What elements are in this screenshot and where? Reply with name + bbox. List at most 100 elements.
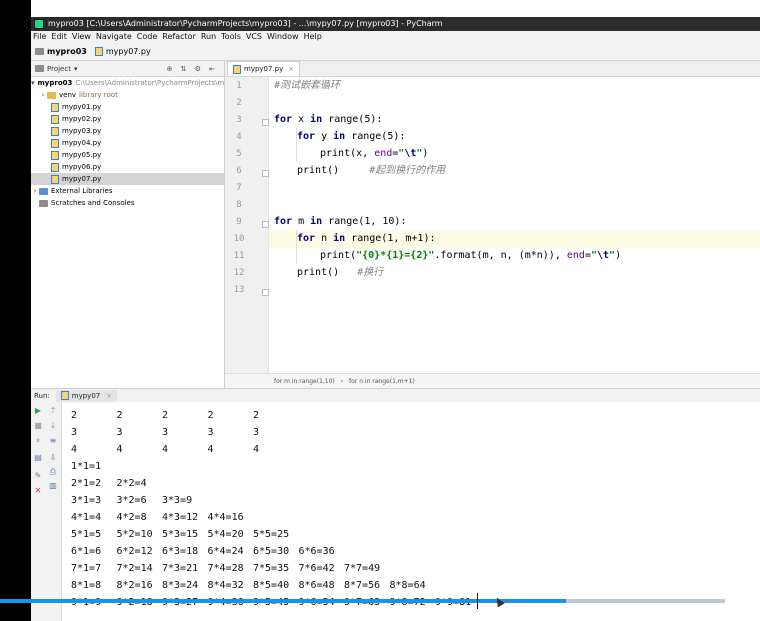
close-icon[interactable]: × xyxy=(106,392,112,400)
pause-icon[interactable]: ⏸ xyxy=(34,437,42,445)
console-output-cell: 8*8=64 xyxy=(389,580,426,591)
menu-item-vcs[interactable]: VCS xyxy=(246,31,262,43)
python-run-icon xyxy=(60,391,69,400)
console-output-cell: 8*3=24 xyxy=(162,580,199,591)
console-output-cell: 8*5=40 xyxy=(253,580,290,591)
menu-item-run[interactable]: Run xyxy=(201,31,216,43)
fold-icon[interactable] xyxy=(262,221,269,228)
chevron-down-icon[interactable]: ▾ xyxy=(31,77,35,89)
tree-file-item[interactable]: mypy01.py xyxy=(31,101,224,113)
pin-icon[interactable]: ✎ xyxy=(34,472,42,480)
close-icon[interactable]: × xyxy=(288,65,294,73)
project-panel-tools[interactable]: ⊕ ⇅ ⚙ ⇤ xyxy=(166,65,218,73)
console-output-cell: 3 xyxy=(71,427,78,438)
tree-scratches[interactable]: Scratches and Consoles xyxy=(31,197,224,209)
menu-item-help[interactable]: Help xyxy=(304,31,322,43)
project-dropdown[interactable]: Project xyxy=(47,65,71,73)
scroll-to-end-icon[interactable]: ⇩ xyxy=(49,454,57,462)
tree-file-label: mypy07.py xyxy=(62,175,102,183)
python-file-icon xyxy=(51,162,59,172)
navigation-bar: mypro03 mypy07.py xyxy=(31,43,760,61)
menu-item-window[interactable]: Window xyxy=(267,31,299,43)
tree-file-item[interactable]: mypy07.py xyxy=(31,173,224,185)
line-number: 4 xyxy=(236,132,242,142)
line-number: 1 xyxy=(236,81,242,91)
menu-item-navigate[interactable]: Navigate xyxy=(96,31,132,43)
window-title: mypro03 [C:\Users\Administrator\PycharmP… xyxy=(48,19,443,28)
console-output-cell: 4*3=12 xyxy=(162,512,199,523)
rerun-icon[interactable]: ▶ xyxy=(34,407,42,415)
code-line-6: print() #起到换行的作用 xyxy=(297,165,446,176)
menu-item-file[interactable]: File xyxy=(33,31,46,43)
nav-file[interactable]: mypy07.py xyxy=(94,47,151,56)
console-output-cell: 3*1=3 xyxy=(71,495,102,506)
code-line-5: print(x, end="\t") xyxy=(320,148,429,159)
menu-item-tools[interactable]: Tools xyxy=(221,31,241,43)
chevron-right-icon[interactable]: › xyxy=(39,89,47,101)
menu-item-edit[interactable]: Edit xyxy=(51,31,67,43)
fold-icon[interactable] xyxy=(262,119,269,126)
menu-item-view[interactable]: View xyxy=(72,31,91,43)
code-area[interactable]: #测试嵌套循环 for x in range(5): for y in rang… xyxy=(274,77,760,373)
tree-file-item[interactable]: mypy05.py xyxy=(31,149,224,161)
video-progress-fill xyxy=(0,599,566,603)
menu-item-refactor[interactable]: Refactor xyxy=(162,31,196,43)
chevron-down-icon[interactable]: ▾ xyxy=(74,65,78,73)
breadcrumb-item[interactable]: for m in range(1,10) xyxy=(274,378,335,385)
run-tool-buttons: ▶ ↑ ■ ↓ ⏸ ≡ ▤ ⇩ ⎙ ✎ ▥ ✕ xyxy=(31,402,62,621)
tree-file-item[interactable]: mypy02.py xyxy=(31,113,224,125)
console-output-cell: 4*1=4 xyxy=(71,512,102,523)
layout-icon[interactable]: ▤ xyxy=(34,454,42,462)
console-output-cell: 7*3=21 xyxy=(162,563,199,574)
close-icon[interactable]: ✕ xyxy=(34,487,42,495)
nav-project[interactable]: mypro03 xyxy=(35,47,87,56)
trash-icon[interactable]: ▥ xyxy=(49,482,57,490)
python-file-icon xyxy=(51,102,59,112)
code-editor: mypy07.py × 1 2 3 4 5 6 7 8 9 10 11 12 13 #测试嵌套循环 fo… xyxy=(225,61,760,388)
console-output-cell: 2*1=2 xyxy=(71,478,102,489)
print-icon[interactable]: ⎙ xyxy=(49,468,57,476)
console-output-cell: 5*2=10 xyxy=(116,529,153,540)
console-output-cell: 1*1=1 xyxy=(71,461,102,472)
tree-file-item[interactable]: mypy04.py xyxy=(31,137,224,149)
pycharm-app-icon xyxy=(34,19,44,29)
console-output-cell: 2 xyxy=(253,410,260,421)
breadcrumb-item[interactable]: for n in range(1,m+1) xyxy=(349,378,415,385)
run-console-output[interactable]: 2 2 2 2 2 3 3 3 3 3 4 4 4 4 4 1*1=1 2*1=2 2*2=4 3*1=3 3*2=6… xyxy=(62,402,760,621)
fold-icon[interactable] xyxy=(262,289,269,296)
chevron-right-icon[interactable]: › xyxy=(31,185,39,197)
line-number: 7 xyxy=(236,183,242,193)
tree-root[interactable]: ▾ mypro03 C:\Users\Administrator\Pycharm… xyxy=(31,77,224,89)
console-output-cell: 6*3=18 xyxy=(162,546,199,557)
scratches-icon xyxy=(39,199,48,207)
stop-icon[interactable]: ■ xyxy=(34,422,42,430)
console-output-cell: 7*2=14 xyxy=(116,563,153,574)
soft-wrap-icon[interactable]: ≡ xyxy=(49,437,57,445)
tree-venv[interactable]: › venv library root xyxy=(31,89,224,101)
console-output-cell: 3*2=6 xyxy=(116,495,147,506)
console-output-cell: 4 xyxy=(116,444,123,455)
line-number: 13 xyxy=(233,285,245,295)
arrow-up-icon[interactable]: ↑ xyxy=(49,407,57,415)
tree-file-label: mypy04.py xyxy=(62,139,102,147)
console-output-cell: 5*3=15 xyxy=(162,529,199,540)
arrow-down-icon[interactable]: ↓ xyxy=(49,422,57,430)
python-file-icon xyxy=(51,114,59,124)
tree-file-item[interactable]: mypy03.py xyxy=(31,125,224,137)
menu-item-code[interactable]: Code xyxy=(137,31,157,43)
title-bar: mypro03 [C:\Users\Administrator\PycharmP… xyxy=(31,17,760,31)
tree-file-label: mypy06.py xyxy=(62,163,102,171)
run-tab-mypy07[interactable]: mypy07 × xyxy=(55,389,118,402)
code-line-11: print("{0}*{1}={2}".format(m, n, (m*n)),… xyxy=(320,250,622,261)
console-output-cell: 3 xyxy=(162,427,169,438)
console-output-cell: 8*6=48 xyxy=(298,580,335,591)
editor-tab-mypy07[interactable]: mypy07.py × xyxy=(227,61,301,76)
console-output-cell: 8*1=8 xyxy=(71,580,102,591)
tree-file-item[interactable]: mypy06.py xyxy=(31,161,224,173)
console-output-cell: 4 xyxy=(207,444,214,455)
tree-external-libraries[interactable]: › External Libraries xyxy=(31,185,224,197)
console-output-cell: 5*5=25 xyxy=(253,529,290,540)
chevron-right-icon: › xyxy=(340,378,344,385)
console-output-cell: 3 xyxy=(116,427,123,438)
fold-icon[interactable] xyxy=(262,170,269,177)
